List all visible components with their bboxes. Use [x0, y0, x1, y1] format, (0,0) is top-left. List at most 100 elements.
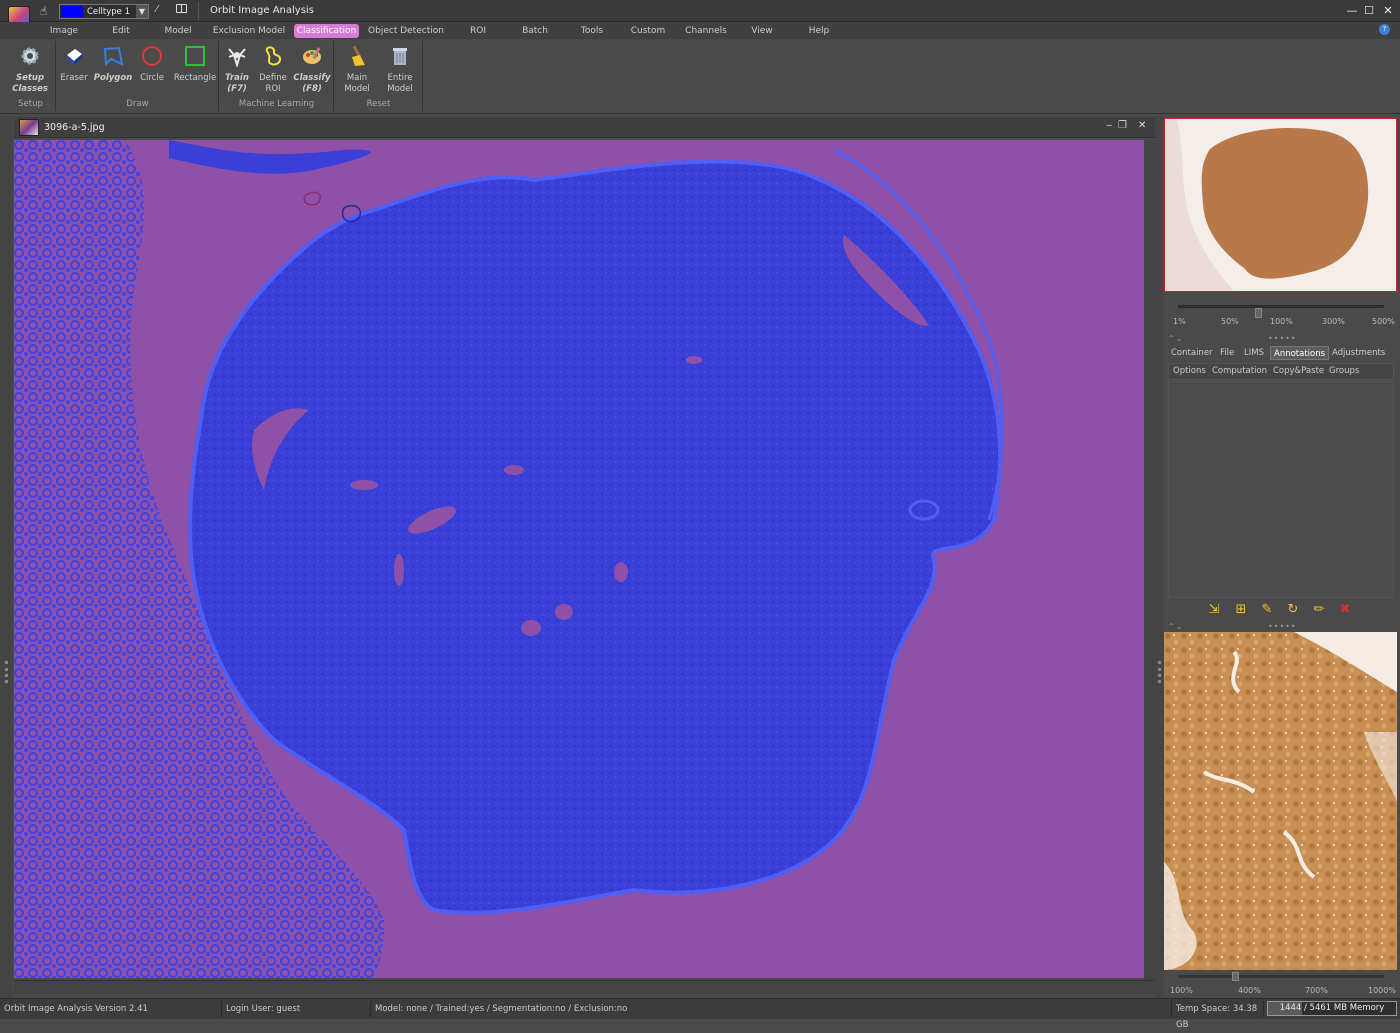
magic-wand-icon[interactable]: ⁄	[156, 4, 158, 15]
polygon-icon	[103, 46, 124, 67]
image-canvas[interactable]	[14, 140, 1144, 978]
menu-channels[interactable]: Channels	[682, 24, 730, 38]
polygon-label: Polygon	[93, 73, 133, 83]
train-button[interactable]: Train (F7)	[217, 43, 257, 95]
left-panel-collapsed[interactable]	[0, 116, 13, 998]
image-file-icon	[19, 119, 39, 136]
minimize-window-button[interactable]: —	[1344, 3, 1360, 19]
entire-model-button[interactable]: Entire Model	[380, 43, 420, 95]
detail-image[interactable]	[1164, 632, 1397, 970]
zoom-slider-thumb[interactable]	[1255, 308, 1262, 318]
tab-file[interactable]: File	[1220, 346, 1234, 360]
zoom-slider[interactable]	[1178, 305, 1384, 318]
tab-annotations[interactable]: Annotations	[1270, 346, 1330, 360]
class-color-swatch	[61, 6, 83, 17]
detail-zoom-tick: 700%	[1305, 986, 1328, 995]
menu-tools[interactable]: Tools	[573, 24, 611, 38]
detail-zoom-slider-thumb[interactable]	[1232, 972, 1239, 981]
menu-batch[interactable]: Batch	[516, 24, 554, 38]
subtab-copy-paste[interactable]: Copy&Paste	[1273, 366, 1324, 376]
trash-bin-icon	[393, 48, 407, 65]
rectangle-button[interactable]: Rectangle	[172, 43, 218, 84]
tab-lims[interactable]: LIMS	[1244, 346, 1264, 360]
menu-view[interactable]: View	[746, 24, 778, 38]
book-icon[interactable]	[176, 4, 187, 13]
tab-adjustments[interactable]: Adjustments	[1332, 346, 1385, 360]
detail-zoom-tick: 1000%	[1368, 986, 1396, 995]
right-panel-grip[interactable]	[1158, 661, 1161, 683]
main-model-label-2: Model	[344, 84, 370, 94]
splitter-dots[interactable]: •••••	[1268, 334, 1297, 343]
setup-classes-button[interactable]: Setup Classes	[10, 43, 50, 95]
menu-roi[interactable]: ROI	[462, 24, 494, 38]
canvas-horizontal-scrollbar[interactable]	[14, 980, 1155, 994]
add-icon[interactable]: ⊞	[1232, 601, 1250, 619]
zoom-tick: 1%	[1173, 317, 1186, 326]
refresh-icon[interactable]: ↻	[1284, 601, 1302, 619]
circle-icon	[142, 46, 162, 66]
neuron-icon	[228, 48, 246, 69]
overview-thumbnail[interactable]	[1164, 118, 1397, 292]
detail-zoom-slider[interactable]	[1178, 972, 1384, 981]
close-window-button[interactable]: ✕	[1380, 3, 1396, 19]
menu-custom[interactable]: Custom	[627, 24, 669, 38]
chevron-down-icon[interactable]: ▼	[136, 5, 148, 18]
overview-image[interactable]	[1165, 119, 1397, 292]
eraser-label: Eraser	[60, 73, 88, 83]
overview-zoom-panel: 1% 50% 100% 300% 500%	[1164, 297, 1400, 333]
menu-image[interactable]: Image	[44, 24, 84, 38]
menu-help[interactable]: Help	[802, 24, 836, 38]
title-separator	[198, 2, 199, 20]
classification-overlay[interactable]	[14, 140, 1144, 978]
edit-group-icon[interactable]: ✎	[1258, 601, 1276, 619]
class-selector-dropdown[interactable]: Celltype 1 ▼	[59, 4, 149, 19]
pencil-icon[interactable]: ✏	[1310, 601, 1328, 619]
ribbon-group-label: Reset	[366, 99, 391, 109]
document-restore-button[interactable]: ❐	[1118, 120, 1127, 131]
detail-magnifier-view[interactable]	[1164, 632, 1397, 970]
eraser-button[interactable]: Eraser	[54, 43, 94, 84]
document-minimize-button[interactable]: ‒	[1106, 120, 1112, 131]
ribbon-group-reset: Main Model Entire Model Reset	[335, 41, 423, 111]
menu-model[interactable]: Model	[158, 24, 198, 38]
memory-usage-bar[interactable]: 1444 / 5461 MB Memory	[1267, 1001, 1397, 1016]
right-panel-splitter[interactable]	[1155, 116, 1164, 998]
canvas-vertical-scrollbar[interactable]	[1144, 140, 1155, 980]
ribbon-group-label: Setup	[18, 99, 43, 109]
hand-pointer-icon[interactable]: ☝	[40, 4, 52, 18]
classify-button[interactable]: Classify (F8)	[292, 43, 332, 95]
collapse-arrows-icon[interactable]: ⌃⌄	[1168, 622, 1183, 631]
left-panel-grip[interactable]	[5, 661, 8, 683]
app-title: Orbit Image Analysis	[210, 5, 314, 16]
subtab-groups[interactable]: Groups	[1329, 366, 1359, 376]
collapse-arrows-icon[interactable]: ⌃⌄	[1168, 334, 1183, 343]
annotation-list[interactable]	[1168, 381, 1394, 598]
polygon-button[interactable]: Polygon	[93, 43, 133, 84]
import-icon[interactable]: ⇲	[1205, 601, 1223, 619]
help-icon[interactable]: ?	[1379, 24, 1390, 35]
zoom-tick: 500%	[1372, 317, 1395, 326]
roi-shape-icon	[265, 46, 282, 66]
menu-edit[interactable]: Edit	[104, 24, 138, 38]
menu-exclusion-model[interactable]: Exclusion Model	[212, 24, 286, 38]
subtab-computation[interactable]: Computation	[1212, 366, 1267, 376]
circle-button[interactable]: Circle	[132, 43, 172, 84]
ribbon-group-label: Machine Learning	[238, 99, 315, 109]
splitter-dots[interactable]: •••••	[1268, 622, 1297, 631]
document-close-button[interactable]: ✕	[1138, 120, 1146, 131]
ribbon-toolbar: Setup Classes Setup Eraser Polygon Circl…	[0, 39, 1400, 114]
tab-container[interactable]: Container	[1171, 346, 1213, 360]
annotation-subtabs: Options Computation Copy&Paste Groups	[1168, 363, 1394, 380]
main-model-button[interactable]: Main Model	[337, 43, 377, 95]
delete-icon[interactable]: ✖	[1336, 601, 1354, 619]
status-bar: Orbit Image Analysis Version 2.41 Login …	[0, 998, 1400, 1030]
menu-object-detection[interactable]: Object Detection	[368, 24, 444, 38]
subtab-options[interactable]: Options	[1173, 366, 1206, 376]
define-roi-button[interactable]: Define ROI	[253, 43, 293, 95]
train-label-2: (F7)	[227, 84, 247, 94]
ribbon-group-setup: Setup Classes Setup	[6, 41, 56, 111]
status-login: Login User: guest	[222, 1001, 371, 1017]
zoom-tick: 100%	[1270, 317, 1293, 326]
menu-classification[interactable]: Classification	[294, 24, 359, 38]
maximize-window-button[interactable]: ☐	[1361, 3, 1377, 19]
